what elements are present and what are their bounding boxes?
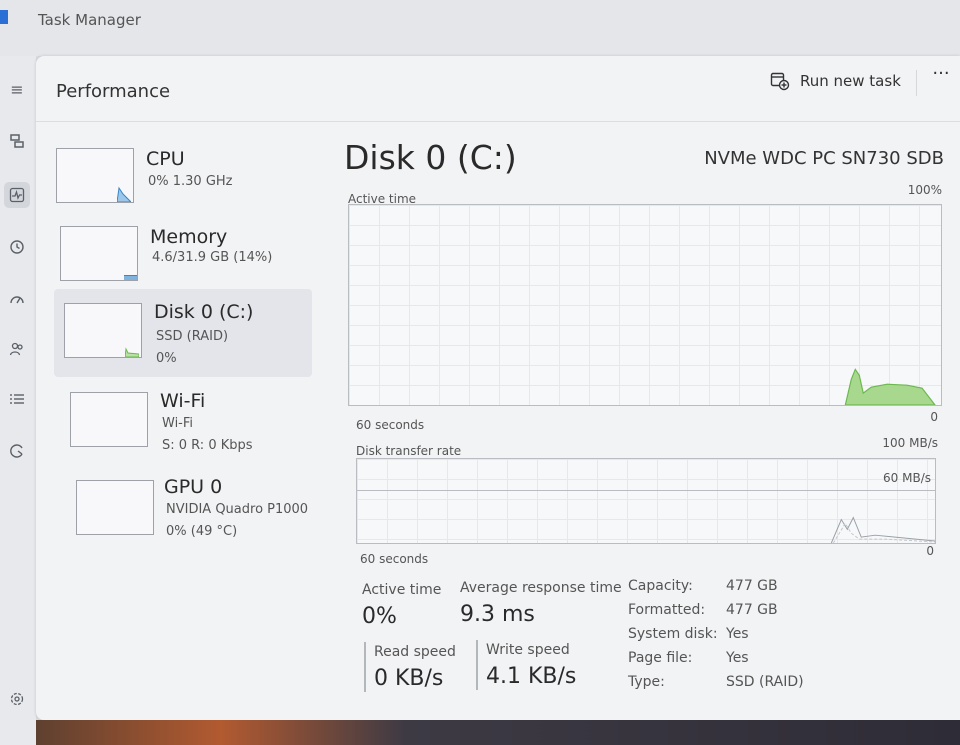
property-key: System disk: <box>628 626 718 642</box>
property-key: Type: <box>628 674 665 690</box>
read-speed-label: Read speed <box>374 644 456 660</box>
device-name: Memory <box>150 226 228 248</box>
cpu-thumbnail-graph <box>56 148 134 203</box>
transfer-x-label: 60 seconds <box>360 552 429 566</box>
property-value: SSD (RAID) <box>726 674 804 690</box>
page-header: Performance Run new task ··· <box>36 56 960 122</box>
transfer-series <box>830 516 935 543</box>
more-options-icon[interactable]: ··· <box>926 62 956 92</box>
avg-response-value: 9.3 ms <box>460 602 535 627</box>
device-detail: 0% <box>156 351 177 366</box>
processes-icon[interactable] <box>4 128 30 154</box>
device-name: Wi-Fi <box>160 390 206 412</box>
device-detail: SSD (RAID) <box>156 329 229 344</box>
property-key: Formatted: <box>628 602 706 618</box>
active-time-min: 0 <box>930 410 938 424</box>
desktop-background-strip <box>36 720 960 745</box>
device-detail: S: 0 R: 0 Kbps <box>162 438 253 453</box>
device-name: GPU 0 <box>164 476 223 498</box>
settings-icon[interactable] <box>4 686 30 712</box>
memory-thumbnail-graph <box>60 226 138 281</box>
disk-model: NVMe WDC PC SN730 SDB <box>704 148 944 169</box>
device-item-cpu[interactable]: CPU 0% 1.30 GHz <box>56 148 316 238</box>
details-icon[interactable] <box>4 386 30 412</box>
property-key: Capacity: <box>628 578 693 594</box>
active-time-series <box>844 368 936 405</box>
device-detail: Wi-Fi <box>162 416 194 431</box>
read-speed-value: 0 KB/s <box>374 666 444 691</box>
app-title: Task Manager <box>38 11 141 29</box>
active-time-stat-value: 0% <box>362 604 397 629</box>
device-item-gpu-0[interactable]: GPU 0 NVIDIA Quadro P1000 0% (49 °C) <box>76 476 326 566</box>
active-time-graph-max: 100% <box>907 183 942 197</box>
hamburger-icon[interactable]: ≡ <box>4 76 30 102</box>
title-bar: Task Manager <box>0 0 960 56</box>
page-title: Performance <box>56 81 171 102</box>
device-name: Disk 0 (C:) <box>154 301 254 323</box>
device-detail: 0% (49 °C) <box>166 524 238 539</box>
device-item-disk-0[interactable]: Disk 0 (C:) SSD (RAID) 0% <box>54 289 312 377</box>
transfer-graph-label: Disk transfer rate <box>356 444 462 458</box>
gpu-thumbnail-graph <box>76 480 154 535</box>
device-item-wifi[interactable]: Wi-Fi Wi-Fi S: 0 R: 0 Kbps <box>70 390 320 480</box>
write-speed-value: 4.1 KB/s <box>486 664 577 689</box>
read-speed-bar <box>364 642 366 692</box>
active-time-x-label: 60 seconds <box>356 418 425 432</box>
avg-response-label: Average response time <box>460 580 622 596</box>
device-detail: NVIDIA Quadro P1000 <box>166 502 309 517</box>
property-value: Yes <box>726 626 749 642</box>
task-manager-logo-icon <box>0 10 8 24</box>
services-icon[interactable] <box>4 438 30 464</box>
navigation-rail: ≡ <box>0 56 36 745</box>
wifi-thumbnail-graph <box>70 392 148 447</box>
startup-apps-icon[interactable] <box>4 286 30 312</box>
run-new-task-label: Run new task <box>800 72 901 90</box>
device-name: CPU <box>146 148 185 170</box>
transfer-min: 0 <box>926 544 934 558</box>
device-detail: 4.6/31.9 GB (14%) <box>152 250 273 265</box>
property-value: 477 GB <box>726 578 778 594</box>
run-task-icon <box>770 72 790 91</box>
property-value: 477 GB <box>726 602 778 618</box>
write-speed-bar <box>476 640 478 690</box>
app-history-icon[interactable] <box>4 234 30 260</box>
disk-transfer-graph: 60 MB/s <box>356 458 936 544</box>
detail-title: Disk 0 (C:) <box>344 138 517 177</box>
users-icon[interactable] <box>4 336 30 362</box>
performance-panel: Performance Run new task ··· CPU 0% 1.30… <box>36 56 960 720</box>
header-divider <box>916 70 917 96</box>
property-key: Page file: <box>628 650 693 666</box>
active-time-graph <box>348 204 942 406</box>
run-new-task-button[interactable]: Run new task <box>762 64 909 98</box>
property-value: Yes <box>726 650 749 666</box>
device-detail: 0% 1.30 GHz <box>148 174 233 189</box>
performance-icon[interactable] <box>4 182 30 208</box>
transfer-graph-max: 100 MB/s <box>882 436 938 450</box>
active-time-stat-label: Active time <box>362 582 442 598</box>
write-speed-label: Write speed <box>486 642 570 658</box>
disk-thumbnail-graph <box>64 303 142 358</box>
